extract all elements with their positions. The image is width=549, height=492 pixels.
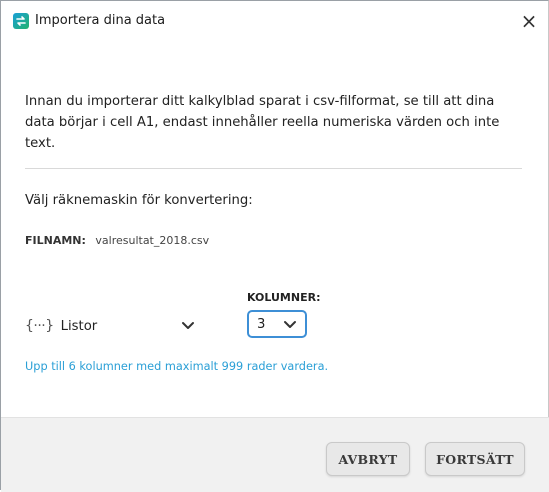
columns-dropdown[interactable]: 3	[247, 310, 307, 338]
chevron-down-icon	[281, 316, 299, 334]
filename-row: FILNAMN: valresultat_2018.csv	[25, 233, 209, 249]
filename-key: FILNAMN:	[25, 234, 86, 247]
app-icon	[13, 13, 29, 29]
filename-value: valresultat_2018.csv	[95, 234, 210, 247]
divider	[25, 168, 522, 169]
title-bar: Importera dina data ×	[1, 1, 549, 41]
list-braces-icon: {···}	[25, 318, 54, 334]
close-button[interactable]: ×	[509, 1, 549, 41]
close-icon: ×	[520, 9, 538, 33]
calculator-choose-label: Välj räknemaskin för konvertering:	[25, 193, 253, 208]
cancel-button[interactable]: AVBRYT	[326, 442, 410, 476]
columns-label: KOLUMNER:	[247, 291, 321, 304]
window-title: Importera dina data	[35, 13, 166, 28]
chevron-down-icon	[173, 313, 203, 339]
continue-button[interactable]: FORTSÄTT	[425, 442, 525, 476]
calculator-dropdown[interactable]: {···} Listor	[25, 311, 213, 341]
import-dialog: Importera dina data × Innan du importera…	[0, 0, 549, 492]
columns-hint: Upp till 6 kolumner med maximalt 999 rad…	[25, 360, 329, 373]
dialog-footer: AVBRYT FORTSÄTT	[1, 417, 549, 492]
intro-text: Innan du importerar ditt kalkylblad spar…	[25, 94, 500, 151]
calculator-selected: Listor	[60, 318, 98, 334]
columns-value: 3	[257, 316, 266, 332]
